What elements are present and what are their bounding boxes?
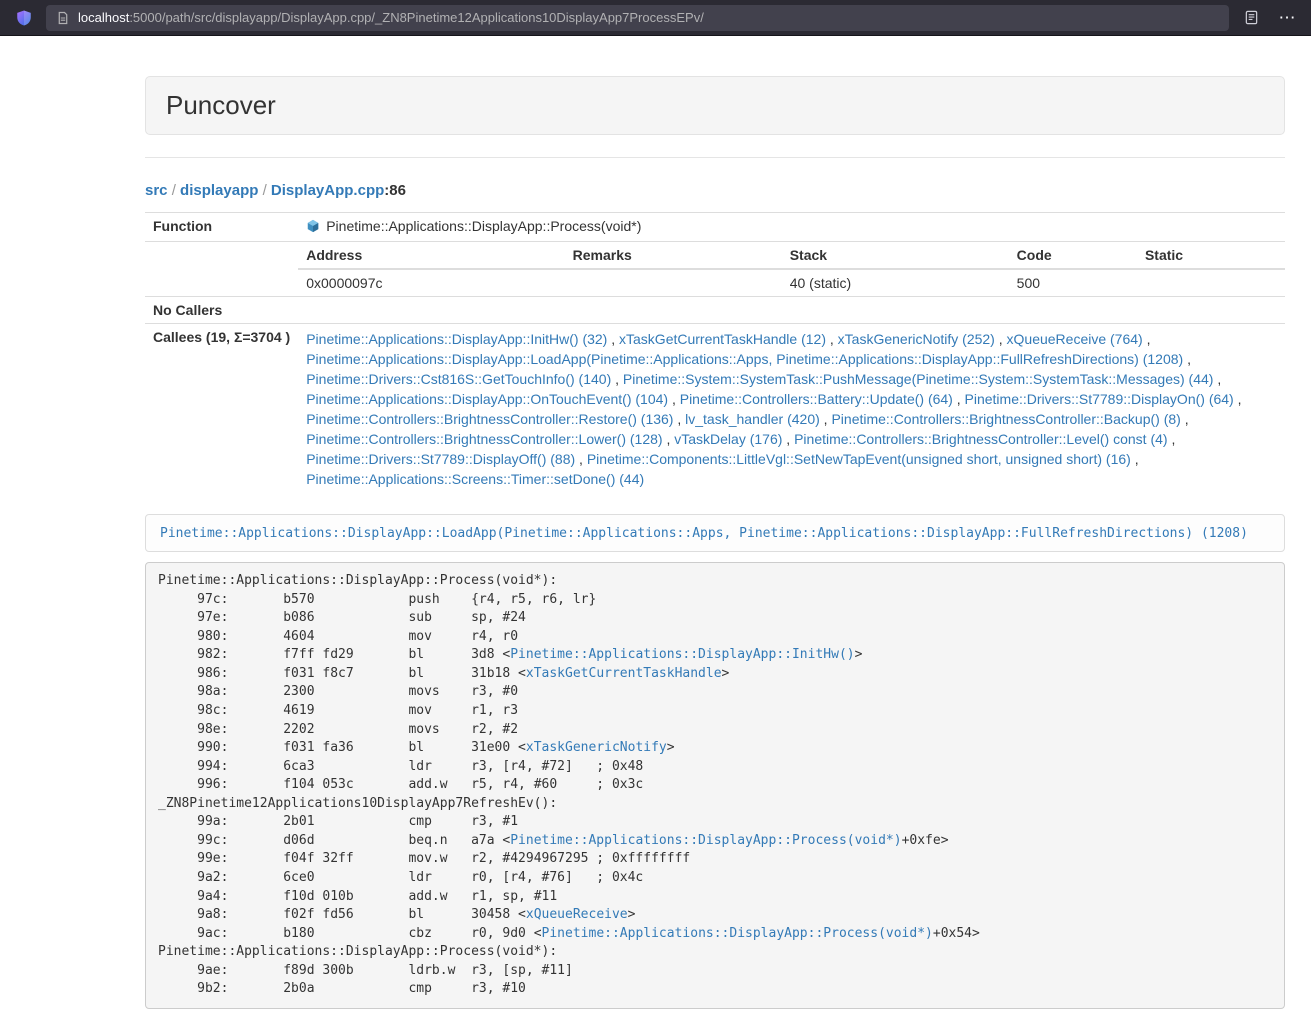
callee-link[interactable]: Pinetime::Controllers::Battery::Update()… [680,391,953,407]
callee-separator: , [673,411,685,427]
callee-link[interactable]: xTaskGetCurrentTaskHandle (12) [619,331,826,347]
app-header-panel: Puncover [145,76,1285,135]
callee-separator: , [782,431,794,447]
callee-link[interactable]: xTaskGenericNotify (252) [838,331,995,347]
stats-row: AddressRemarksStackCodeStatic 0x0000097c… [145,242,1285,297]
callees-list: Pinetime::Applications::DisplayApp::Init… [298,324,1285,495]
stats-cell: AddressRemarksStackCodeStatic 0x0000097c… [298,242,1285,297]
callee-separator: , [826,331,838,347]
callee-separator: , [611,371,623,387]
tracking-protection-shield-icon[interactable] [10,5,38,31]
stats-header: Remarks [565,242,782,269]
callee-separator: , [1131,451,1139,467]
callee-link[interactable]: Pinetime::Controllers::BrightnessControl… [306,411,673,427]
browser-menu-icon[interactable]: ⋯ [1273,5,1301,31]
page-content: Puncover src / displayapp / DisplayApp.c… [145,76,1285,1009]
breadcrumb-link[interactable]: displayapp [180,182,258,199]
stats-value [565,269,782,296]
callee-link[interactable]: lv_task_handler (420) [685,411,820,427]
page-title: Puncover [166,90,1264,121]
divider [145,157,1285,158]
url-path: :5000/path/src/displayapp/DisplayApp.cpp… [129,10,704,25]
callee-separator: , [953,391,965,407]
callees-row: Callees (19, Σ=3704 ) Pinetime::Applicat… [145,324,1285,495]
shield-icon [15,9,33,27]
function-details-table: Function Pinetime::Applications::Display… [145,212,1285,494]
stats-header: Address [298,242,564,269]
callee-separator: , [995,331,1007,347]
highlighted-symbol-box: Pinetime::Applications::DisplayApp::Load… [145,514,1285,552]
function-name-cell: Pinetime::Applications::DisplayApp::Proc… [298,213,1285,242]
breadcrumb-separator: / [168,182,181,199]
stats-table: AddressRemarksStackCodeStatic 0x0000097c… [298,242,1285,296]
callees-label: Callees (19, Σ=3704 ) [145,324,298,495]
breadcrumb-separator: / [258,182,271,199]
breadcrumb-link[interactable]: DisplayApp.cpp [271,182,384,199]
callee-separator: , [663,431,675,447]
stats-row-label [145,242,298,297]
function-name: Pinetime::Applications::DisplayApp::Proc… [326,218,641,234]
highlighted-symbol-link[interactable]: Pinetime::Applications::DisplayApp::Load… [160,526,1248,541]
code-symbol-link[interactable]: xQueueReceive [526,907,628,922]
callee-separator: , [575,451,587,467]
no-callers-cell [298,297,1285,324]
breadcrumb-link[interactable]: src [145,182,168,199]
callee-separator: , [820,411,832,427]
callee-separator: , [607,331,619,347]
page-info-icon[interactable] [56,11,70,25]
breadcrumb: src / displayapp / DisplayApp.cpp:86 [145,182,1285,199]
disassembly-block: Pinetime::Applications::DisplayApp::Proc… [145,562,1285,1009]
callee-separator: , [1234,391,1242,407]
callee-link[interactable]: Pinetime::Applications::DisplayApp::Init… [306,331,607,347]
callee-separator: , [1213,371,1221,387]
callee-link[interactable]: Pinetime::Controllers::BrightnessControl… [831,411,1180,427]
code-symbol-link[interactable]: xTaskGetCurrentTaskHandle [526,666,722,681]
code-symbol-link[interactable]: xTaskGenericNotify [526,740,667,755]
browser-toolbar: localhost:5000/path/src/displayapp/Displ… [0,0,1311,36]
stats-header: Code [1009,242,1137,269]
stats-header: Static [1137,242,1285,269]
callee-link[interactable]: vTaskDelay (176) [674,431,782,447]
callee-link[interactable]: Pinetime::Applications::DisplayApp::OnTo… [306,391,668,407]
callee-separator: , [1181,411,1189,427]
url-hostname: localhost [78,10,129,25]
url-text: localhost:5000/path/src/displayapp/Displ… [78,10,704,25]
no-callers-label: No Callers [145,297,298,324]
stats-value: 40 (static) [782,269,1009,296]
callee-separator: , [1168,431,1176,447]
stats-header: Stack [782,242,1009,269]
disassembly-code: Pinetime::Applications::DisplayApp::Proc… [158,572,1272,999]
stats-value: 0x0000097c [298,269,564,296]
callee-link[interactable]: Pinetime::Drivers::St7789::DisplayOff() … [306,451,575,467]
callee-separator: , [1143,331,1151,347]
callee-separator: , [1183,351,1191,367]
function-label: Function [145,213,298,242]
no-callers-row: No Callers [145,297,1285,324]
callee-link[interactable]: Pinetime::Drivers::Cst816S::GetTouchInfo… [306,371,611,387]
function-row: Function Pinetime::Applications::Display… [145,213,1285,242]
callee-link[interactable]: Pinetime::Controllers::BrightnessControl… [794,431,1167,447]
callee-link[interactable]: Pinetime::System::SystemTask::PushMessag… [623,371,1214,387]
callee-link[interactable]: Pinetime::Applications::DisplayApp::Load… [306,351,1183,367]
url-bar[interactable]: localhost:5000/path/src/displayapp/Displ… [46,5,1229,31]
code-symbol-link[interactable]: Pinetime::Applications::DisplayApp::Init… [510,647,854,662]
stats-value [1137,269,1285,296]
function-icon [306,219,320,236]
callee-link[interactable]: Pinetime::Drivers::St7789::DisplayOn() (… [965,391,1234,407]
breadcrumb-line-number: :86 [384,182,406,199]
callee-link[interactable]: Pinetime::Controllers::BrightnessControl… [306,431,662,447]
callee-link[interactable]: xQueueReceive (764) [1007,331,1143,347]
stats-value: 500 [1009,269,1137,296]
callee-link[interactable]: Pinetime::Components::LittleVgl::SetNewT… [587,451,1131,467]
code-symbol-link[interactable]: Pinetime::Applications::DisplayApp::Proc… [542,926,933,941]
code-symbol-link[interactable]: Pinetime::Applications::DisplayApp::Proc… [510,833,901,848]
callee-separator: , [668,391,680,407]
reader-mode-icon[interactable] [1237,5,1265,31]
reader-page-icon [1244,10,1259,25]
callee-link[interactable]: Pinetime::Applications::Screens::Timer::… [306,471,644,487]
